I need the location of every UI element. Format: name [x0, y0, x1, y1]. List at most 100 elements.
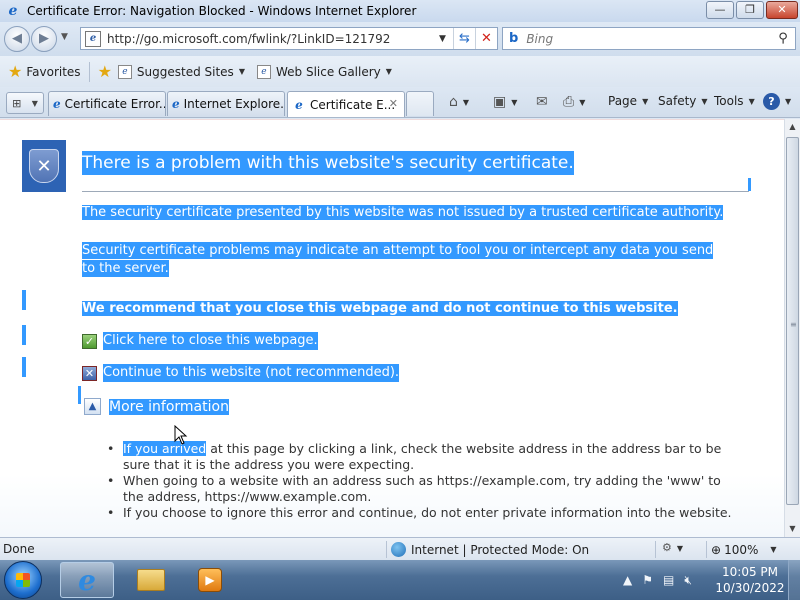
more-information-list: If you arrived at this page by clicking …: [107, 441, 732, 521]
system-tray: ▲ ⚑ ▤ 🔇︎: [618, 560, 697, 600]
x-mark-icon: ✕: [29, 149, 59, 183]
search-input[interactable]: Bing: [526, 32, 771, 46]
error-description: The security certificate presented by th…: [82, 204, 724, 222]
forward-button[interactable]: ▶: [31, 26, 57, 52]
close-webpage-option[interactable]: ✓ Click here to close this webpage.: [82, 332, 318, 350]
navigation-bar: ◀ ▶ ▼ e http://go.microsoft.com/fwlink/?…: [0, 22, 800, 56]
chevron-down-icon: ▼: [785, 97, 792, 106]
window-title: Certificate Error: Navigation Blocked - …: [27, 4, 417, 18]
chevron-down-icon: ▼: [462, 97, 470, 107]
quick-tabs-button[interactable]: ⊞ ▼: [6, 92, 44, 114]
grid-icon: ⊞: [12, 96, 22, 110]
page-menu[interactable]: Page ▼: [608, 94, 648, 108]
show-hidden-icons-icon[interactable]: ▲: [623, 573, 632, 587]
action-center-flag-icon[interactable]: ⚑: [642, 573, 653, 587]
show-desktop-button[interactable]: [788, 560, 800, 600]
minimize-button[interactable]: —: [706, 1, 734, 19]
zoom-control[interactable]: ⊕ 100% ▼: [706, 541, 777, 558]
tools-menu-label: Tools: [714, 94, 744, 108]
window-controls: — ❐ ✕: [706, 1, 798, 19]
web-slice-gallery-link[interactable]: e Web Slice Gallery ▼: [256, 64, 392, 79]
back-button[interactable]: ◀: [4, 26, 30, 52]
refresh-icon[interactable]: ⇆: [453, 28, 475, 49]
web-slice-gallery-label: Web Slice Gallery: [275, 64, 381, 79]
search-icon[interactable]: ⚲: [771, 31, 795, 46]
globe-icon: [391, 542, 406, 557]
mail-icon: ✉: [536, 94, 548, 110]
close-webpage-link[interactable]: Click here to close this webpage.: [103, 332, 318, 350]
security-zone[interactable]: Internet | Protected Mode: On: [386, 541, 589, 558]
continue-option[interactable]: ✕ Continue to this website (not recommen…: [82, 364, 400, 382]
search-box[interactable]: b Bing ⚲: [502, 27, 796, 50]
network-icon[interactable]: ▤: [663, 573, 674, 587]
scroll-up-icon[interactable]: ▲: [785, 119, 800, 135]
selection-marker: [22, 325, 26, 345]
tab-label: Internet Explore...: [183, 97, 285, 111]
close-tab-icon[interactable]: ✕: [389, 97, 398, 110]
favorites-button[interactable]: ★ Favorites: [8, 62, 81, 81]
safety-menu[interactable]: Safety ▼: [658, 94, 708, 108]
zoom-icon: ⊕: [711, 542, 722, 557]
clock[interactable]: 10:05 PM 10/30/2022: [710, 564, 790, 596]
divider: [88, 61, 90, 82]
vertical-scrollbar[interactable]: ▲ ≡ ▼: [784, 119, 800, 537]
more-information-label: More information: [109, 398, 229, 415]
add-to-favorites-icon[interactable]: ★: [98, 62, 112, 81]
ie-icon: e: [172, 97, 180, 111]
chevron-down-icon: ▼: [676, 544, 684, 553]
chevron-down-icon: ▼: [385, 67, 392, 76]
home-icon: ⌂: [449, 94, 458, 110]
print-button[interactable]: ⎙ ▼: [563, 94, 585, 110]
zoom-level: 100%: [724, 542, 759, 557]
feeds-button[interactable]: ▣ ▼: [493, 94, 517, 110]
chevron-down-icon: ▼: [238, 67, 245, 76]
help-icon: ?: [763, 93, 780, 110]
favorites-bar: ★ Favorites ★ e Suggested Sites ▼ e Web …: [0, 56, 800, 87]
tools-menu[interactable]: Tools ▼: [714, 94, 755, 108]
scroll-thumb[interactable]: ≡: [786, 137, 799, 505]
x-mark-icon: ✕: [82, 365, 97, 381]
chevron-down-icon: ▼: [579, 97, 586, 107]
chevron-down-icon: ▼: [770, 545, 777, 554]
help-button[interactable]: ? ▼: [763, 93, 791, 110]
certificate-error-shield-icon: ✕: [22, 140, 66, 192]
taskbar: e ▶ ▲ ⚑ ▤ 🔇︎ 10:05 PM 10/30/2022: [0, 560, 800, 600]
tab-certificate-error-1[interactable]: e Certificate Error...: [48, 91, 166, 116]
address-bar[interactable]: e http://go.microsoft.com/fwlink/?LinkID…: [80, 27, 498, 50]
tab-internet-explorer[interactable]: e Internet Explore...: [167, 91, 285, 116]
taskbar-internet-explorer[interactable]: e: [60, 562, 114, 598]
new-tab-button[interactable]: [406, 91, 434, 116]
tab-bar: ⊞ ▼ e Certificate Error... e Internet Exp…: [0, 87, 800, 118]
address-dropdown-icon[interactable]: ▼: [439, 34, 453, 44]
start-button[interactable]: [4, 561, 42, 599]
suggested-sites-link[interactable]: e Suggested Sites ▼: [117, 64, 245, 79]
address-url[interactable]: http://go.microsoft.com/fwlink/?LinkID=1…: [107, 32, 439, 46]
continue-to-website-link[interactable]: Continue to this website (not recommende…: [103, 364, 400, 382]
page-menu-label: Page: [608, 94, 638, 108]
volume-muted-icon[interactable]: 🔇︎: [684, 573, 692, 588]
tab-certificate-error-active[interactable]: e Certificate E... ✕: [287, 91, 405, 117]
read-mail-button[interactable]: ✉: [536, 94, 548, 110]
protected-mode-settings[interactable]: ⚙ ▼: [655, 541, 683, 558]
chevron-down-icon: ▼: [701, 96, 708, 106]
favorites-label: Favorites: [26, 64, 81, 79]
close-window-button[interactable]: ✕: [766, 1, 798, 19]
bing-icon: b: [509, 31, 519, 46]
chevron-down-icon: ▼: [31, 98, 38, 108]
scroll-down-icon[interactable]: ▼: [785, 521, 800, 537]
more-information-toggle[interactable]: ▲ More information: [84, 398, 229, 415]
stop-icon[interactable]: ✕: [475, 28, 497, 49]
folder-icon: [137, 569, 165, 591]
page-title: There is a problem with this website's s…: [82, 151, 574, 175]
maximize-button[interactable]: ❐: [736, 1, 764, 19]
page-icon: e: [117, 64, 132, 79]
status-text: Done: [3, 542, 35, 556]
recent-pages-dropdown[interactable]: ▼: [61, 32, 68, 42]
taskbar-media-player[interactable]: ▶: [183, 562, 237, 598]
error-warning-text: Security certificate problems may indica…: [82, 242, 714, 277]
mouse-cursor-icon: [174, 425, 188, 445]
taskbar-windows-explorer[interactable]: [124, 562, 178, 598]
selected-text: If you arrived: [123, 441, 207, 456]
home-button[interactable]: ⌂ ▼: [449, 94, 469, 110]
checkmark-icon: ✓: [82, 333, 97, 349]
